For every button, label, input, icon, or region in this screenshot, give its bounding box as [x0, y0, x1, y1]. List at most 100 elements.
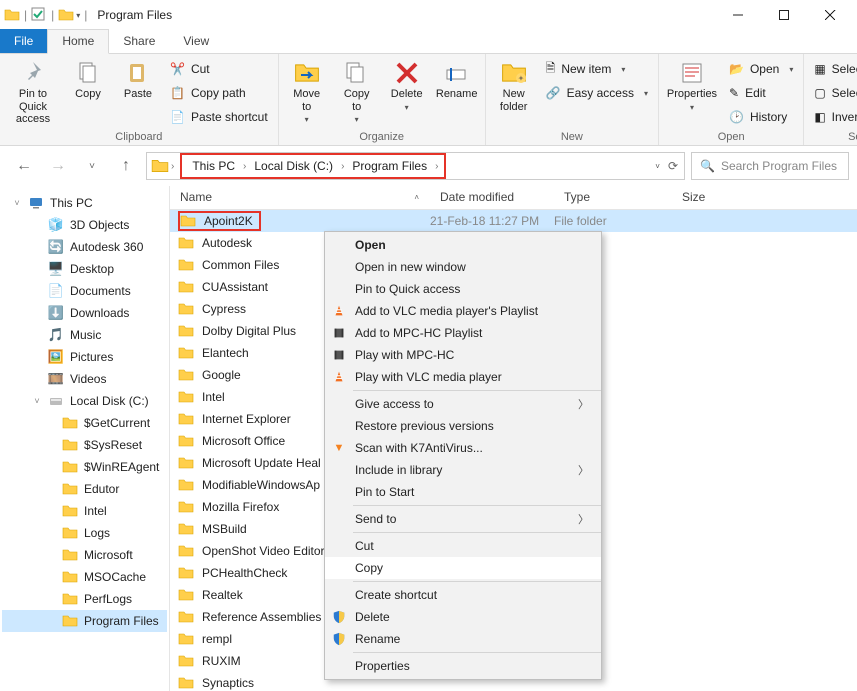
history-icon: 🕑 [729, 110, 744, 124]
menu-item[interactable]: Play with VLC media player [325, 366, 601, 388]
tab-share[interactable]: Share [109, 30, 169, 53]
tab-view[interactable]: View [169, 30, 223, 53]
addr-dropdown[interactable]: ˅ [655, 162, 660, 171]
new-folder-button[interactable]: ✦ New folder [490, 56, 538, 128]
paste-button[interactable]: Paste [114, 56, 162, 128]
moveto-button[interactable]: Move to▾ [283, 56, 331, 128]
menu-item[interactable]: ▼Scan with K7AntiVirus... [325, 437, 601, 459]
breadcrumb: This PC› Local Disk (C:)› Program Files› [180, 153, 446, 179]
tree-item[interactable]: Microsoft [2, 544, 167, 566]
menu-item[interactable]: Include in library〉 [325, 459, 601, 481]
menu-item[interactable]: Cut [325, 535, 601, 557]
menu-item[interactable]: Add to MPC-HC Playlist [325, 322, 601, 344]
paste-shortcut-button[interactable]: 📄Paste shortcut [164, 106, 274, 128]
nav-fwd-button[interactable]: → [44, 152, 72, 180]
copy-button[interactable]: Copy [64, 56, 112, 128]
tree-item[interactable]: ⬇️Downloads [2, 302, 167, 324]
close-button[interactable] [807, 1, 853, 29]
copy-path-button[interactable]: 📋Copy path [164, 82, 274, 104]
address-bar[interactable]: › This PC› Local Disk (C:)› Program File… [146, 152, 685, 180]
quick-access-toolbar: | | ▾ | [4, 7, 89, 23]
tree-item[interactable]: ˅Local Disk (C:) [2, 390, 167, 412]
crumb-program-files[interactable]: Program Files [346, 155, 433, 177]
tree-icon: 🎵 [48, 327, 64, 343]
tree-item[interactable]: $WinREAgent [2, 456, 167, 478]
tree-item[interactable]: Edutor [2, 478, 167, 500]
menu-item[interactable]: Pin to Start [325, 481, 601, 503]
tree-item[interactable]: 🔄Autodesk 360 [2, 236, 167, 258]
history-button[interactable]: 🕑History [723, 106, 799, 128]
vlc-icon [331, 369, 347, 385]
tree-item[interactable]: 🧊3D Objects [2, 214, 167, 236]
crumb-this-pc[interactable]: This PC [186, 155, 241, 177]
tree-item[interactable]: PerfLogs [2, 588, 167, 610]
tree-item[interactable]: MSOCache [2, 566, 167, 588]
col-name[interactable]: Name˄ [170, 186, 430, 209]
menu-item[interactable]: Open in new window [325, 256, 601, 278]
menu-item[interactable]: Delete [325, 606, 601, 628]
menu-item[interactable]: Pin to Quick access [325, 278, 601, 300]
menu-item[interactable]: Give access to〉 [325, 393, 601, 415]
delete-button[interactable]: Delete▾ [383, 56, 431, 128]
minimize-button[interactable] [715, 1, 761, 29]
menu-item[interactable]: Open [325, 234, 601, 256]
search-input[interactable]: 🔍 Search Program Files [691, 152, 849, 180]
search-placeholder: Search Program Files [721, 159, 837, 173]
qat-check-icon[interactable] [31, 7, 47, 23]
select-all-button[interactable]: ▦Select all [808, 58, 857, 80]
menu-item[interactable]: Restore previous versions [325, 415, 601, 437]
mpc-icon [331, 325, 347, 341]
col-date[interactable]: Date modified [430, 186, 554, 209]
cut-button[interactable]: ✂️Cut [164, 58, 274, 80]
col-size[interactable]: Size [672, 186, 857, 209]
tree-item[interactable]: ˅This PC [2, 192, 167, 214]
edit-button[interactable]: ✎Edit [723, 82, 799, 104]
menu-item[interactable]: Create shortcut [325, 584, 601, 606]
menu-item-label: Delete [355, 610, 390, 624]
menu-item[interactable]: Properties [325, 655, 601, 677]
copyto-button[interactable]: Copy to▾ [333, 56, 381, 128]
tree-label: $SysReset [84, 438, 142, 452]
easy-access-button[interactable]: 🔗Easy access▾ [540, 82, 654, 104]
tree-item[interactable]: 🎵Music [2, 324, 167, 346]
tab-home[interactable]: Home [47, 29, 109, 54]
nav-up-button[interactable]: ↑ [112, 152, 140, 180]
submenu-arrow-icon: 〉 [578, 396, 589, 412]
chevron-right-icon[interactable]: › [169, 161, 176, 172]
select-none-button[interactable]: ▢Select none [808, 82, 857, 104]
menu-item[interactable]: Send to〉 [325, 508, 601, 530]
navigation-tree[interactable]: ˅This PC🧊3D Objects🔄Autodesk 360🖥️Deskto… [0, 186, 170, 691]
tab-file[interactable]: File [0, 29, 47, 53]
tree-item[interactable]: $GetCurrent [2, 412, 167, 434]
tree-item[interactable]: 🖥️Desktop [2, 258, 167, 280]
tree-item[interactable]: Intel [2, 500, 167, 522]
tree-label: MSOCache [84, 570, 146, 584]
easyaccess-icon: 🔗 [546, 86, 561, 100]
new-item-button[interactable]: 🗎New item▾ [540, 58, 654, 80]
properties-button[interactable]: Properties▾ [663, 56, 721, 128]
open-button[interactable]: 📂Open▾ [723, 58, 799, 80]
menu-item[interactable]: Play with MPC-HC [325, 344, 601, 366]
nav-recent-button[interactable]: ˅ [78, 152, 106, 180]
crumb-local-disk[interactable]: Local Disk (C:) [248, 155, 339, 177]
file-row[interactable]: Apoint2K21-Feb-18 11:27 PMFile folder [170, 210, 857, 232]
tree-item[interactable]: 🎞️Videos [2, 368, 167, 390]
maximize-button[interactable] [761, 1, 807, 29]
path-icon: 📋 [170, 86, 185, 100]
tree-item[interactable]: 🖼️Pictures [2, 346, 167, 368]
refresh-button[interactable]: ⟳ [668, 159, 678, 173]
pin-button[interactable]: Pin to Quick access [4, 56, 62, 128]
nav-back-button[interactable]: ← [10, 152, 38, 180]
menu-item[interactable]: Add to VLC media player's Playlist [325, 300, 601, 322]
col-type[interactable]: Type [554, 186, 672, 209]
menu-item[interactable]: Copy [325, 557, 601, 579]
qat-more-icon[interactable]: ▾ [76, 11, 80, 20]
tree-item[interactable]: 📄Documents [2, 280, 167, 302]
tree-item[interactable]: Logs [2, 522, 167, 544]
tree-item[interactable]: Program Files [2, 610, 167, 632]
rename-button[interactable]: Rename [433, 56, 481, 128]
shield-icon [331, 609, 347, 625]
menu-item[interactable]: Rename [325, 628, 601, 650]
tree-item[interactable]: $SysReset [2, 434, 167, 456]
invert-selection-button[interactable]: ◧Invert selection [808, 106, 857, 128]
